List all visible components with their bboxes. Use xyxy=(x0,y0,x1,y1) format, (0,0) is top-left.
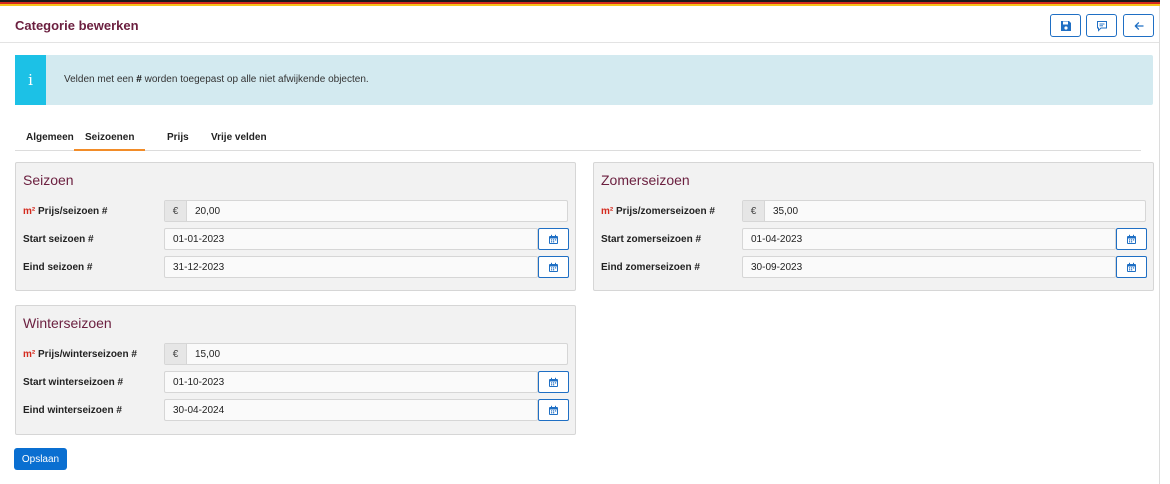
end-date-input[interactable]: 30-09-2023 xyxy=(742,256,1116,278)
start-date-input[interactable]: 01-01-2023 xyxy=(164,228,538,250)
start-label: Start seizoen # xyxy=(23,234,94,245)
end-date-picker-button[interactable] xyxy=(538,399,569,421)
comment-button[interactable] xyxy=(1086,14,1117,37)
end-date-value: 31-12-2023 xyxy=(173,262,225,273)
card-seizoen: Seizoen m² Prijs/seizoen # € 20,00 Start… xyxy=(15,162,576,291)
info-text: Velden met een # worden toegepast op all… xyxy=(64,74,369,85)
save-icon xyxy=(1060,20,1071,31)
price-value: 20,00 xyxy=(195,206,221,217)
price-input[interactable]: € 15,00 xyxy=(164,343,568,365)
m2-unit: m² xyxy=(601,206,614,217)
m2-unit: m² xyxy=(23,349,36,360)
calendar-icon xyxy=(549,234,558,244)
card-title: Seizoen xyxy=(23,172,74,188)
start-date-picker-button[interactable] xyxy=(538,371,569,393)
arrow-left-icon xyxy=(1134,21,1144,30)
end-date-picker-button[interactable] xyxy=(1116,256,1147,278)
card-zomerseizoen: Zomerseizoen m² Prijs/zomerseizoen # € 3… xyxy=(593,162,1154,291)
price-label: m² Prijs/winterseizoen # xyxy=(23,349,137,360)
end-date-input[interactable]: 30-04-2024 xyxy=(164,399,538,421)
end-label: Eind winterseizoen # xyxy=(23,405,122,416)
info-alert: i Velden met een # worden toegepast op a… xyxy=(15,55,1153,105)
end-date-value: 30-09-2023 xyxy=(751,262,803,273)
info-text-after: worden toegepast op alle niet afwijkende… xyxy=(141,74,369,85)
currency-prefix: € xyxy=(743,201,765,221)
start-date-value: 01-10-2023 xyxy=(173,377,225,388)
end-date-value: 30-04-2024 xyxy=(173,405,225,416)
start-date-input[interactable]: 01-10-2023 xyxy=(164,371,538,393)
price-input[interactable]: € 20,00 xyxy=(164,200,568,222)
tab-seizoenen[interactable]: Seizoenen xyxy=(74,132,146,151)
info-icon: i xyxy=(15,55,46,105)
card-title: Winterseizoen xyxy=(23,315,112,331)
start-label: Start winterseizoen # xyxy=(23,377,124,388)
info-text-before: Velden met een xyxy=(64,74,137,85)
save-icon-button[interactable] xyxy=(1050,14,1081,37)
main-panel: Categorie bewerken i Velden met een # wo… xyxy=(0,6,1160,484)
start-date-picker-button[interactable] xyxy=(1116,228,1147,250)
calendar-icon xyxy=(549,262,558,272)
price-input[interactable]: € 35,00 xyxy=(742,200,1146,222)
price-label: m² Prijs/seizoen # xyxy=(23,206,108,217)
calendar-icon xyxy=(1127,234,1136,244)
tab-prijs[interactable]: Prijs xyxy=(167,132,189,151)
comment-icon xyxy=(1096,20,1107,32)
tab-vrije-velden[interactable]: Vrije velden xyxy=(211,132,267,151)
currency-prefix: € xyxy=(165,344,187,364)
page-title: Categorie bewerken xyxy=(15,18,139,33)
start-date-value: 01-01-2023 xyxy=(173,234,225,245)
tab-algemeen[interactable]: Algemeen xyxy=(26,132,74,151)
card-winterseizoen: Winterseizoen m² Prijs/winterseizoen # €… xyxy=(15,305,576,435)
start-date-input[interactable]: 01-04-2023 xyxy=(742,228,1116,250)
end-label: Eind seizoen # xyxy=(23,262,93,273)
m2-unit: m² xyxy=(23,206,36,217)
currency-prefix: € xyxy=(165,201,187,221)
card-title: Zomerseizoen xyxy=(601,172,690,188)
tab-bar: Algemeen Seizoenen Prijs Vrije velden xyxy=(15,130,1141,151)
price-label-text: Prijs/zomerseizoen # xyxy=(616,206,715,217)
end-label: Eind zomerseizoen # xyxy=(601,262,700,273)
price-value: 35,00 xyxy=(773,206,799,217)
calendar-icon xyxy=(549,405,558,415)
start-date-picker-button[interactable] xyxy=(538,228,569,250)
end-date-picker-button[interactable] xyxy=(538,256,569,278)
start-label: Start zomerseizoen # xyxy=(601,234,702,245)
end-date-input[interactable]: 31-12-2023 xyxy=(164,256,538,278)
back-button[interactable] xyxy=(1123,14,1154,37)
price-label-text: Prijs/winterseizoen # xyxy=(38,349,137,360)
start-date-value: 01-04-2023 xyxy=(751,234,803,245)
calendar-icon xyxy=(1127,262,1136,272)
price-value: 15,00 xyxy=(195,349,221,360)
save-button[interactable]: Opslaan xyxy=(14,448,67,470)
price-label-text: Prijs/seizoen # xyxy=(38,206,108,217)
page-header: Categorie bewerken xyxy=(0,6,1159,43)
calendar-icon xyxy=(549,377,558,387)
price-label: m² Prijs/zomerseizoen # xyxy=(601,206,715,217)
